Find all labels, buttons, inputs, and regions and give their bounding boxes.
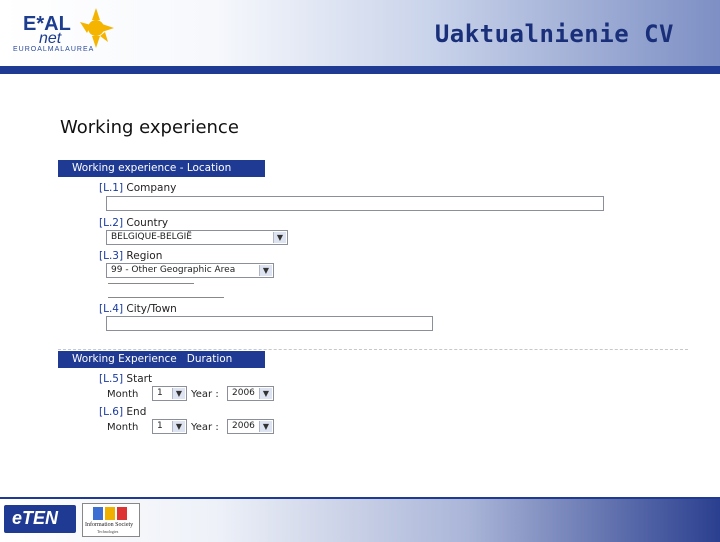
region-underline (108, 283, 194, 284)
start-code: [L.5] (99, 373, 124, 385)
start-label: [L.5] Start (99, 373, 152, 385)
city-label-text: City/Town (126, 303, 177, 315)
country-label: [L.2] Country (99, 217, 168, 229)
chevron-down-icon[interactable]: ▼ (172, 388, 185, 399)
city-input[interactable] (106, 316, 433, 331)
ist-logo: Information Society Technologies (82, 503, 140, 537)
chevron-down-icon[interactable]: ▼ (259, 421, 272, 432)
eten-logo: eTEN (4, 505, 76, 533)
company-label-text: Company (126, 182, 177, 194)
page-title: Uaktualnienie CV (434, 20, 674, 48)
end-label: [L.6] End (99, 406, 146, 418)
country-code: [L.2] (99, 217, 124, 229)
start-month-label: Month (107, 389, 139, 400)
section-heading: Working experience (60, 117, 239, 138)
country-selected-value: BELGIQUE-BELGIË (111, 232, 192, 242)
region-selected-value: 99 - Other Geographic Area (111, 265, 236, 275)
country-select[interactable]: BELGIQUE-BELGIË ▼ (106, 230, 288, 245)
start-month-value: 1 (157, 388, 163, 398)
region-label-text: Region (126, 250, 163, 262)
country-label-text: Country (126, 217, 169, 229)
logo-subtitle: EUROALMALAUREA (13, 46, 95, 53)
duration-section-bar: Working Experience Duration (58, 351, 265, 368)
start-year-label: Year : (191, 389, 219, 400)
end-month-select[interactable]: 1 ▼ (152, 419, 187, 434)
city-code: [L.4] (99, 303, 124, 315)
eal-net-logo: E*AL net EUROALMALAUREA (6, 8, 114, 58)
start-year-value: 2006 (232, 388, 255, 398)
start-year-select[interactable]: 2006 ▼ (227, 386, 274, 401)
end-year-select[interactable]: 2006 ▼ (227, 419, 274, 434)
ist-logo-icon (93, 507, 127, 520)
chevron-down-icon[interactable]: ▼ (273, 232, 286, 243)
ist-logo-line2: Technologies (97, 529, 119, 534)
city-label: [L.4] City/Town (99, 303, 177, 315)
chevron-down-icon[interactable]: ▼ (259, 388, 272, 399)
company-code: [L.1] (99, 182, 124, 194)
end-label-text: End (126, 406, 147, 418)
start-month-select[interactable]: 1 ▼ (152, 386, 187, 401)
header-bar (0, 66, 720, 74)
region-underline-2 (108, 297, 224, 298)
section-divider (58, 349, 688, 350)
end-month-value: 1 (157, 421, 163, 431)
end-year-label: Year : (191, 422, 219, 433)
company-label: [L.1] Company (99, 182, 176, 194)
location-section-bar: Working experience - Location (58, 160, 265, 177)
end-month-label: Month (107, 422, 139, 433)
region-label: [L.3] Region (99, 250, 162, 262)
end-code: [L.6] (99, 406, 124, 418)
start-label-text: Start (126, 373, 153, 385)
chevron-down-icon[interactable]: ▼ (259, 265, 272, 276)
ist-logo-line1: Information Society (85, 522, 134, 528)
company-input[interactable] (106, 196, 604, 211)
end-year-value: 2006 (232, 421, 255, 431)
chevron-down-icon[interactable]: ▼ (172, 421, 185, 432)
eten-logo-text: eTEN (12, 508, 59, 528)
region-code: [L.3] (99, 250, 124, 262)
region-select[interactable]: 99 - Other Geographic Area ▼ (106, 263, 274, 278)
